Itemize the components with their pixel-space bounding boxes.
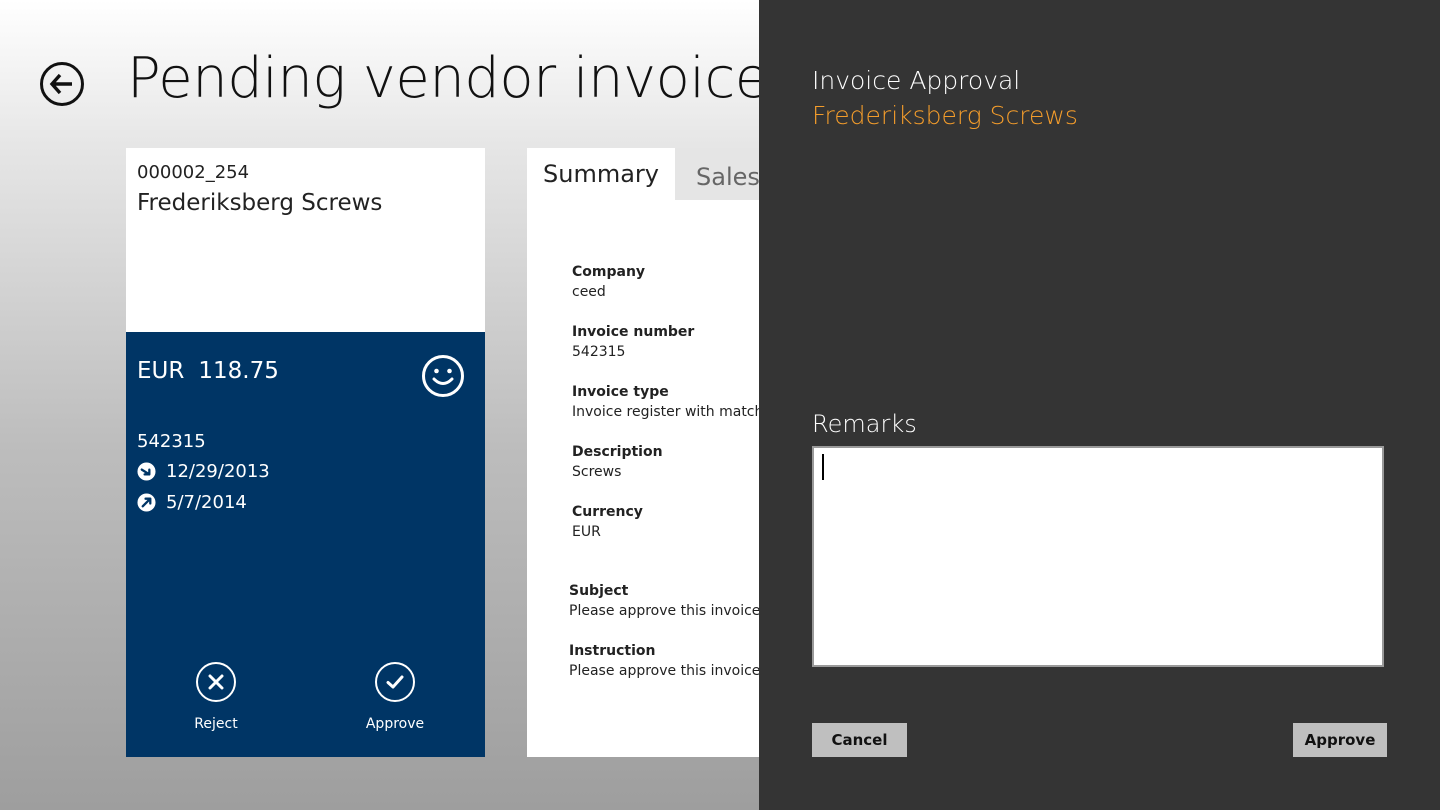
back-arrow-icon xyxy=(49,73,72,95)
summary-panel: Summary Sales Company ceed Invoice numbe… xyxy=(527,148,759,757)
field-label: Instruction xyxy=(569,643,656,659)
remarks-input[interactable] xyxy=(812,446,1384,667)
tab-sales[interactable]: Sales xyxy=(675,148,759,200)
tab-summary[interactable]: Summary xyxy=(527,148,675,200)
amount-currency: EUR xyxy=(137,358,185,384)
checkmark-icon xyxy=(386,675,404,689)
invoice-amount: EUR 118.75 xyxy=(137,358,279,384)
field-description: Description Screws xyxy=(572,444,663,480)
page-title: Pending vendor invoice xyxy=(127,46,769,111)
flyout-title: Invoice Approval xyxy=(812,66,1021,95)
field-value: Invoice register with matchin xyxy=(572,404,759,420)
field-value: Screws xyxy=(572,464,622,480)
vendor-name: Frederiksberg Screws xyxy=(137,190,383,216)
field-label: Subject xyxy=(569,583,629,599)
field-label: Description xyxy=(572,444,663,460)
smiley-icon xyxy=(422,355,464,397)
cancel-button[interactable]: Cancel xyxy=(812,723,907,757)
field-value: 542315 xyxy=(572,344,626,360)
field-label: Company xyxy=(572,264,646,280)
field-value: ceed xyxy=(572,284,606,300)
field-instruction: Instruction Please approve this invoice.… xyxy=(569,643,759,679)
due-date-icon xyxy=(137,493,156,512)
amount-value: 118.75 xyxy=(198,358,279,384)
field-value: Please approve this invoice xyxy=(569,603,759,619)
invoice-card-header[interactable]: 000002_254 Frederiksberg Screws xyxy=(126,148,485,332)
flyout-vendor-name: Frederiksberg Screws xyxy=(812,101,1078,130)
field-value: EUR xyxy=(572,524,601,540)
reject-label: Reject xyxy=(194,716,238,732)
invoice-date-icon xyxy=(137,462,156,481)
field-label: Invoice number xyxy=(572,324,695,340)
invoice-date: 12/29/2013 xyxy=(166,461,270,482)
approve-button[interactable]: Approve xyxy=(1293,723,1387,757)
due-date: 5/7/2014 xyxy=(166,492,247,513)
invoice-approval-flyout: Invoice Approval Frederiksberg Screws Re… xyxy=(759,0,1440,810)
reject-button[interactable]: Reject xyxy=(171,662,261,732)
due-date-row: 5/7/2014 xyxy=(137,492,247,513)
invoice-card-details: EUR 118.75 542315 12/29/2013 5/7/2014 Rej… xyxy=(126,332,485,757)
field-currency: Currency EUR xyxy=(572,504,643,540)
approve-card-label: Approve xyxy=(365,716,425,732)
approve-ring xyxy=(375,662,415,702)
invoice-id: 000002_254 xyxy=(137,162,250,183)
field-invoice-number: Invoice number 542315 xyxy=(572,324,694,360)
invoice-date-row: 12/29/2013 xyxy=(137,461,270,482)
back-button[interactable] xyxy=(40,62,84,106)
field-value: Please approve this invoice. N xyxy=(569,663,759,679)
invoice-number: 542315 xyxy=(137,431,206,452)
field-subject: Subject Please approve this invoice xyxy=(569,583,759,619)
approve-card-button[interactable]: Approve xyxy=(350,662,440,732)
reject-ring xyxy=(196,662,236,702)
field-company: Company ceed xyxy=(572,264,645,300)
field-label: Invoice type xyxy=(572,384,669,400)
remarks-label: Remarks xyxy=(812,410,917,438)
field-label: Currency xyxy=(572,504,643,520)
close-icon xyxy=(208,674,224,690)
field-invoice-type: Invoice type Invoice register with match… xyxy=(572,384,759,420)
